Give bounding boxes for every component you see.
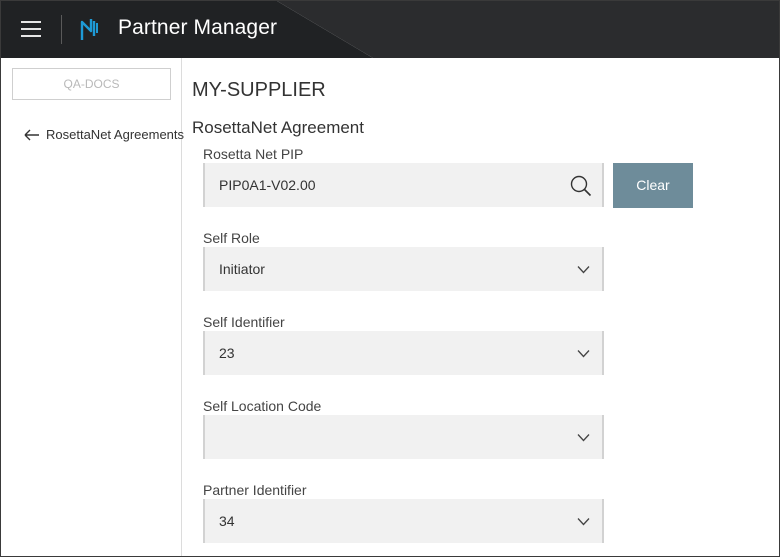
back-link-label: RosettaNet Agreements xyxy=(46,127,185,142)
back-to-agreements-link[interactable]: RosettaNet Agreements xyxy=(24,127,184,142)
clear-button[interactable]: Clear xyxy=(613,163,693,208)
pip-label: Rosetta Net PIP xyxy=(203,146,304,162)
chevron-down-icon xyxy=(577,518,590,526)
app-title: Partner Manager xyxy=(118,16,278,39)
app-window: Partner Manager QA-DOCS RosettaNet Agree… xyxy=(0,0,780,557)
chevron-down-icon xyxy=(577,434,590,442)
app-header: Partner Manager xyxy=(1,1,779,58)
pip-search-field[interactable]: PIP0A1-V02.00 xyxy=(203,163,604,207)
self-identifier-value: 23 xyxy=(219,345,235,361)
self-identifier-select[interactable]: 23 xyxy=(203,331,604,375)
partner-identifier-select[interactable]: 34 xyxy=(203,499,604,543)
self-role-value: Initiator xyxy=(219,261,265,277)
self-location-code-label: Self Location Code xyxy=(203,398,322,414)
self-identifier-label: Self Identifier xyxy=(203,314,285,330)
page-title: MY-SUPPLIER xyxy=(192,79,326,101)
sidebar: QA-DOCS RosettaNet Agreements xyxy=(1,58,184,556)
tenant-selector[interactable]: QA-DOCS xyxy=(12,68,171,100)
chevron-down-icon xyxy=(577,266,590,274)
hamburger-menu-icon[interactable] xyxy=(21,18,43,40)
pip-value: PIP0A1-V02.00 xyxy=(219,177,316,193)
search-icon[interactable] xyxy=(570,175,592,197)
arrow-left-icon xyxy=(24,129,39,140)
partner-identifier-value: 34 xyxy=(219,513,235,529)
main-content: MY-SUPPLIER RosettaNet Agreement Rosetta… xyxy=(182,58,779,556)
webmethods-logo-icon xyxy=(80,19,98,40)
partner-identifier-label: Partner Identifier xyxy=(203,482,307,498)
header-divider xyxy=(61,15,62,44)
self-location-code-select[interactable] xyxy=(203,415,604,459)
self-role-select[interactable]: Initiator xyxy=(203,247,604,291)
chevron-down-icon xyxy=(577,350,590,358)
section-title: RosettaNet Agreement xyxy=(192,118,364,137)
self-role-label: Self Role xyxy=(203,230,260,246)
